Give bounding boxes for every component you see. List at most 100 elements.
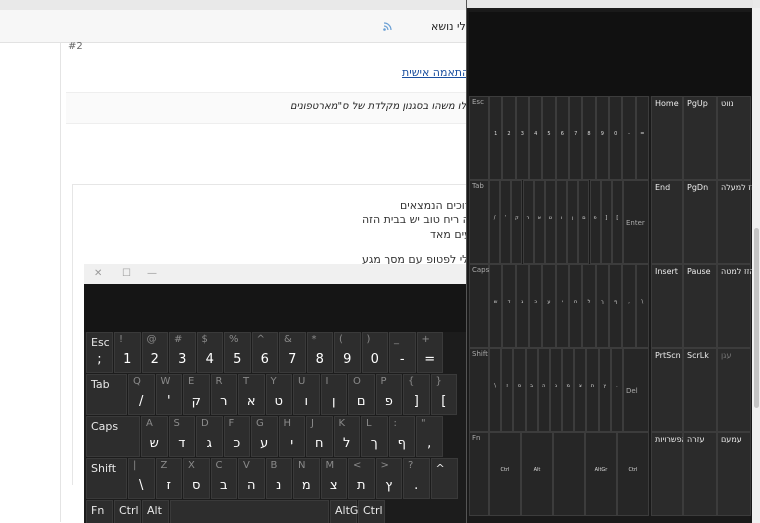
osk-key[interactable]: Tab <box>86 374 127 415</box>
osk-key[interactable]: ו <box>556 180 568 264</box>
osk-key[interactable]: ם <box>578 180 590 264</box>
osk-key[interactable]: & 7 <box>279 332 306 373</box>
osk-key[interactable]: | \ <box>128 458 155 499</box>
osk-nav-key[interactable]: עמעם <box>717 432 751 516</box>
osk-key[interactable]: 6 <box>555 96 569 180</box>
osk-key[interactable]: 8 <box>582 96 596 180</box>
osk-key[interactable]: כ <box>529 264 543 348</box>
scroll-thumb[interactable] <box>754 228 759 408</box>
osk-key[interactable]: י <box>555 264 569 348</box>
osk-key[interactable]: ל <box>582 264 596 348</box>
osk-key[interactable]: _ - <box>389 332 416 373</box>
osk-key[interactable]: \ <box>489 348 502 432</box>
osk-key[interactable]: ף <box>609 264 623 348</box>
osk-nav-key[interactable]: הזז למטה <box>717 264 755 348</box>
osk-key[interactable]: Kל <box>333 416 360 457</box>
osk-nav-key[interactable]: נווט <box>717 96 751 180</box>
osk-key[interactable]: ד <box>502 264 516 348</box>
osk-key[interactable]: ב <box>525 348 538 432</box>
osk-nav-key[interactable]: Pause <box>683 264 717 348</box>
osk-key[interactable]: AltGr <box>330 500 363 523</box>
close-icon[interactable]: ✕ <box>94 268 102 279</box>
osk-key[interactable]: Oם <box>348 374 375 415</box>
osk-key[interactable]: ^ <box>430 458 458 499</box>
osk-key[interactable]: [ <box>611 180 623 264</box>
osk-key[interactable]: Fכ <box>223 416 250 457</box>
osk-key[interactable]: \ <box>635 264 649 348</box>
osk-key[interactable]: Dג <box>196 416 223 457</box>
osk-key[interactable]: Ctrl <box>358 500 385 523</box>
osk-key[interactable]: ת <box>586 348 599 432</box>
osk-key[interactable]: {] <box>403 374 430 415</box>
osk-key[interactable]: / <box>489 180 501 264</box>
osk-key[interactable]: $4 <box>196 332 223 373</box>
osk-key[interactable]: 9 <box>595 96 609 180</box>
osk-key[interactable]: 0 <box>609 96 623 180</box>
osk-key[interactable]: פ <box>589 180 601 264</box>
osk-key[interactable]: 4 <box>529 96 543 180</box>
osk-key[interactable]: :ף <box>388 416 415 457</box>
osk-key[interactable]: ח <box>569 264 583 348</box>
osk-key[interactable]: 5 <box>542 96 556 180</box>
osk-nav-key[interactable]: ScrLk <box>683 348 717 432</box>
osk-key[interactable]: Mצ <box>320 458 347 499</box>
osk-key[interactable]: * 8 <box>306 332 333 373</box>
osk-key[interactable]: Zז <box>155 458 182 499</box>
osk-key[interactable]: Caps <box>469 264 489 348</box>
osk-key[interactable]: ש <box>489 264 503 348</box>
osk-key[interactable]: 2 <box>502 96 516 180</box>
osk-key[interactable]: Ctrl <box>114 500 141 523</box>
osk-key[interactable]: ג <box>515 264 529 348</box>
osk-nav-key[interactable]: אפשרויות <box>651 432 687 516</box>
osk-key[interactable]: ן <box>567 180 579 264</box>
osk-key[interactable] <box>170 500 329 523</box>
osk-nav-key[interactable]: עזרה <box>683 432 717 516</box>
osk-key[interactable]: Sד <box>168 416 195 457</box>
osk-key[interactable]: ] <box>600 180 612 264</box>
osk-nav-key[interactable]: עגן <box>717 348 751 432</box>
osk-key[interactable]: 1 <box>489 96 503 180</box>
osk-key[interactable]: Ctrl <box>489 432 521 516</box>
osk-key[interactable]: ' <box>500 180 512 264</box>
post-number[interactable]: #2 <box>68 41 83 52</box>
osk-key[interactable]: , <box>622 264 636 348</box>
signature-link[interactable]: התאמה אישית: <box>402 66 473 79</box>
osk-key[interactable]: ט <box>544 180 556 264</box>
osk-key[interactable]: Fn <box>86 500 113 523</box>
osk-key[interactable]: W ' <box>155 374 182 415</box>
osk-key[interactable]: Alt <box>142 500 169 523</box>
osk-key[interactable]: (9 <box>334 332 361 373</box>
minimize-icon[interactable]: — <box>147 268 157 279</box>
osk-nav-key[interactable]: End <box>651 180 683 264</box>
osk-key[interactable]: א <box>533 180 545 264</box>
osk-key[interactable]: ע <box>542 264 556 348</box>
osk-key[interactable]: = <box>635 96 649 180</box>
osk-key[interactable]: Iן <box>320 374 347 415</box>
osk-key[interactable]: AltGr <box>585 432 617 516</box>
osk-key[interactable]: - <box>622 96 636 180</box>
osk-key[interactable]: ", <box>416 416 443 457</box>
osk-key[interactable]: Gע <box>251 416 278 457</box>
osk-key[interactable]: Tab <box>469 180 489 264</box>
osk-key[interactable]: ה <box>537 348 550 432</box>
osk-nav-key[interactable]: Insert <box>651 264 683 348</box>
osk-key[interactable]: Fn <box>469 432 489 516</box>
maximize-icon[interactable]: ☐ <box>122 268 131 279</box>
osk-key[interactable]: ^ 6 <box>251 332 278 373</box>
osk-key[interactable]: ר <box>522 180 534 264</box>
osk-key[interactable]: Caps <box>86 416 140 457</box>
osk-key[interactable]: Alt <box>521 432 553 516</box>
osk-key[interactable]: Yט <box>265 374 292 415</box>
osk-key[interactable]: ! 1 <box>114 332 141 373</box>
osk-key[interactable]: 7 <box>569 96 583 180</box>
osk-nav-key[interactable]: PgDn <box>683 180 717 264</box>
osk-key[interactable]: Vה <box>238 458 265 499</box>
rss-icon[interactable] <box>383 21 393 31</box>
osk-key[interactable]: Enter <box>623 180 649 264</box>
osk-key[interactable]: ץ <box>598 348 611 432</box>
osk-key[interactable]: ) 0 <box>361 332 388 373</box>
osk-key[interactable]: Pפ <box>375 374 402 415</box>
osk-key[interactable]: Lך <box>361 416 388 457</box>
osk-key[interactable]: Del <box>623 348 649 432</box>
osk-nav-key[interactable]: PgUp <box>683 96 717 180</box>
